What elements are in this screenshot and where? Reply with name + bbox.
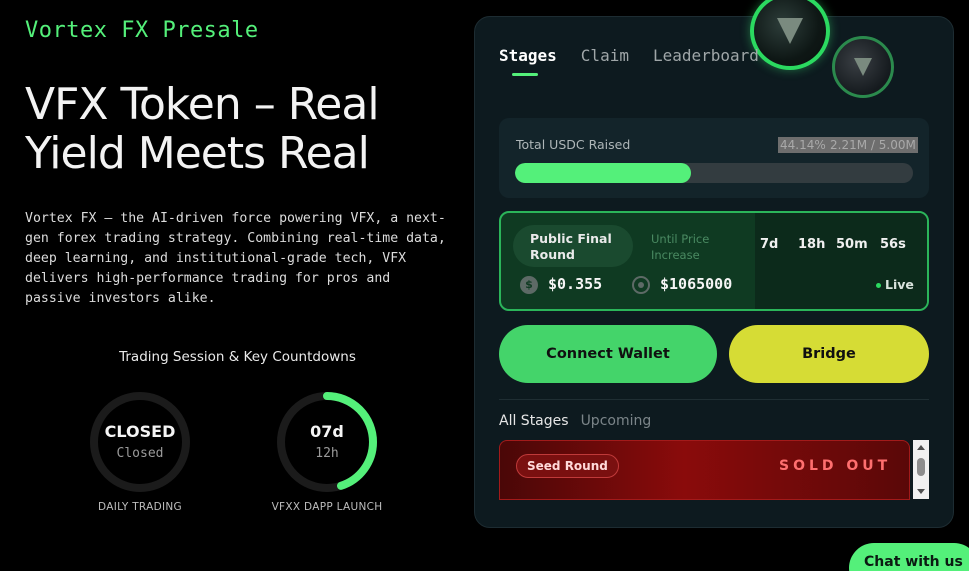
stage-filter-tabs: All Stages Upcoming (499, 413, 651, 429)
tab-upcoming[interactable]: Upcoming (581, 413, 652, 429)
raised-amount: 2.21M / 5.00M (828, 137, 918, 153)
tab-leaderboard[interactable]: Leaderboard (653, 46, 759, 65)
tab-claim[interactable]: Claim (581, 46, 629, 65)
stage-name: Public Final Round (530, 231, 612, 262)
stages-scrollbar[interactable] (913, 440, 929, 499)
active-tab-indicator (512, 73, 538, 76)
daily-trading-caption: DAILY TRADING (98, 501, 182, 513)
panel-tabs: Stages Claim Leaderboard (499, 46, 759, 65)
scroll-down-icon[interactable] (917, 489, 925, 494)
divider (499, 399, 929, 400)
countdown-minutes: 50m (836, 237, 868, 252)
raised-percent: 44.14% (778, 137, 828, 153)
ring-track-icon (90, 392, 190, 492)
hero-description: Vortex FX — the AI-driven force powering… (25, 211, 446, 306)
raised-progress-bar (515, 163, 913, 183)
raised-label: Total USDC Raised (516, 137, 631, 152)
daily-trading-ring: CLOSED Closed (88, 390, 192, 494)
tab-all-stages[interactable]: All Stages (499, 413, 569, 429)
until-price-increase-label: Until Price Increase (651, 232, 710, 262)
vfx-coin-small-icon (832, 36, 894, 98)
stage-price: $0.355 (548, 275, 603, 293)
live-dot-icon (876, 283, 881, 288)
session-section-title: Trading Session & Key Countdowns (119, 349, 356, 365)
raised-card (499, 118, 929, 198)
round-badge: Seed Round (516, 454, 619, 478)
chat-with-us-button[interactable]: Chat with us (849, 543, 969, 571)
live-label: Live (885, 277, 914, 292)
live-status: Live (876, 277, 914, 292)
ring-main-value: CLOSED (104, 422, 176, 441)
ring-progress-icon (277, 392, 377, 492)
countdown-seconds: 56s (880, 237, 906, 252)
stage-target: $1065000 (660, 275, 733, 293)
dapp-launch-ring: 07d 12h (275, 390, 379, 494)
ring-main-value: 07d (310, 422, 344, 441)
connect-wallet-button[interactable]: Connect Wallet (499, 325, 717, 383)
sold-out-label: SOLD OUT (779, 458, 892, 474)
brand-title: Vortex FX Presale (25, 18, 259, 43)
ring-sub-value: Closed (116, 446, 164, 461)
ring-sub-value: 12h (315, 446, 339, 461)
scroll-up-icon[interactable] (917, 445, 925, 450)
countdown-hours: 18h (798, 237, 826, 252)
tab-stages[interactable]: Stages (499, 46, 557, 65)
dollar-icon: $ (520, 276, 538, 294)
dapp-launch-caption: VFXX DAPP LAUNCH (271, 501, 383, 513)
target-icon (632, 276, 650, 294)
bridge-button[interactable]: Bridge (729, 325, 929, 383)
scroll-thumb[interactable] (917, 458, 925, 476)
countdown-days: 7d (760, 237, 779, 252)
raised-progress-fill (515, 163, 691, 183)
hero-title: VFX Token – Real Yield Meets Real (25, 79, 380, 179)
